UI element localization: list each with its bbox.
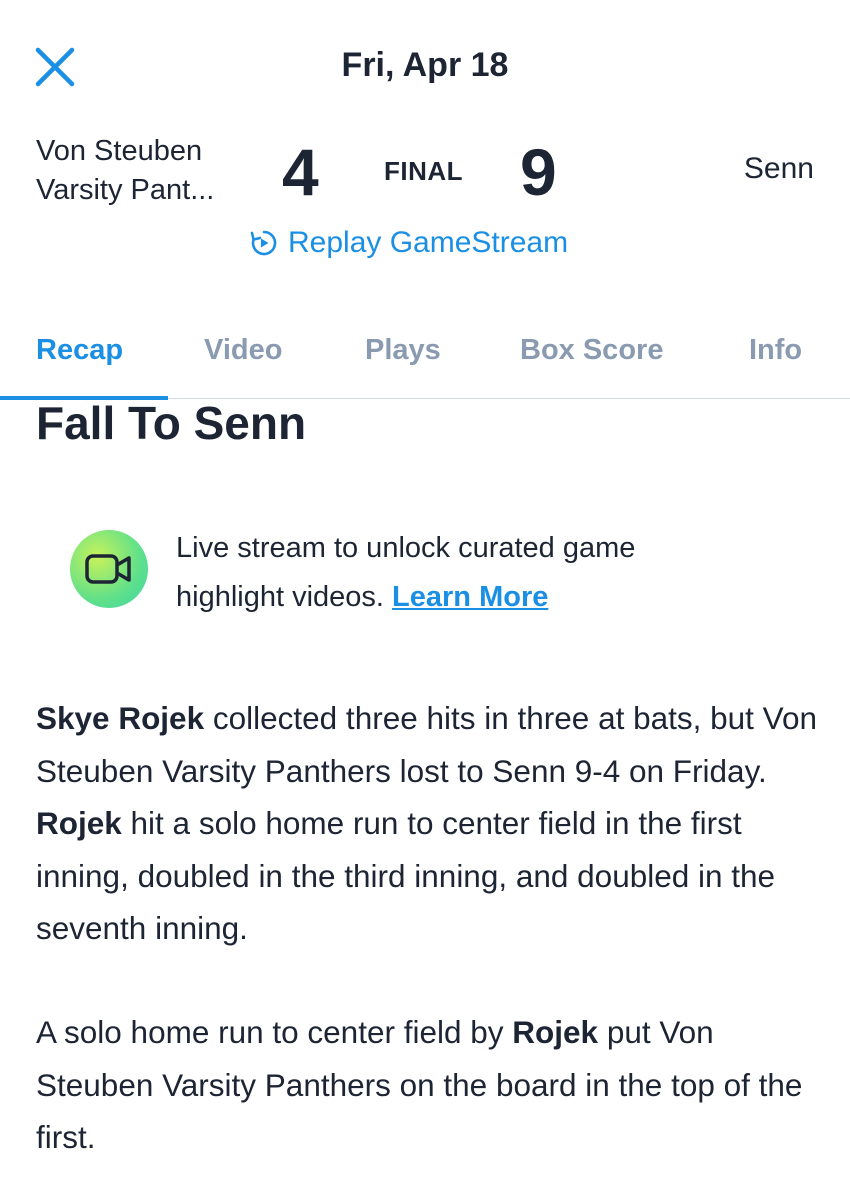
promo-text-line2: highlight videos.: [176, 581, 384, 613]
replay-icon: [250, 230, 277, 256]
recap-text: hit a solo home run to center field in t…: [36, 805, 776, 946]
home-team-name: Senn: [743, 152, 814, 185]
video-camera-icon: [85, 554, 131, 584]
promo-message: Live stream to unlock curated game highl…: [176, 524, 796, 622]
tab-box-score[interactable]: Box Score: [520, 334, 663, 367]
player-name: Rojek: [36, 805, 122, 841]
game-status: FINAL: [384, 156, 464, 186]
home-score: 9: [520, 135, 557, 209]
tab-info[interactable]: Info: [749, 334, 802, 367]
recap-headline: Fall To Senn: [36, 397, 307, 449]
promo-badge: [70, 530, 148, 608]
tab-recap[interactable]: Recap: [36, 334, 123, 367]
game-date-title: Fri, Apr 18: [341, 46, 509, 84]
away-score: 4: [282, 135, 319, 209]
learn-more-link[interactable]: Learn More: [392, 581, 548, 613]
replay-gamestream-link[interactable]: Replay GameStream: [248, 226, 568, 260]
recap-text: A solo home run to center field by: [36, 1014, 513, 1050]
away-team-name-line1: Von Steuben: [36, 135, 203, 167]
tab-bar: Recap Video Plays Box Score Info: [0, 320, 850, 400]
player-name: Rojek: [512, 1014, 599, 1050]
recap-paragraph-2: A solo home run to center field by Rojek…: [36, 1006, 826, 1164]
promo-text-line1: Live stream to unlock curated game: [176, 532, 636, 564]
tab-plays[interactable]: Plays: [365, 334, 441, 367]
tab-video[interactable]: Video: [204, 334, 282, 367]
recap-paragraph-1: Skye Rojek collected three hits in three…: [36, 692, 826, 955]
away-team-name-line2: Varsity Pant...: [36, 174, 215, 206]
away-team-name: Von Steuben Varsity Pant...: [36, 132, 256, 210]
player-name: Skye Rojek: [36, 700, 205, 736]
replay-gamestream-label: Replay GameStream: [288, 226, 569, 259]
